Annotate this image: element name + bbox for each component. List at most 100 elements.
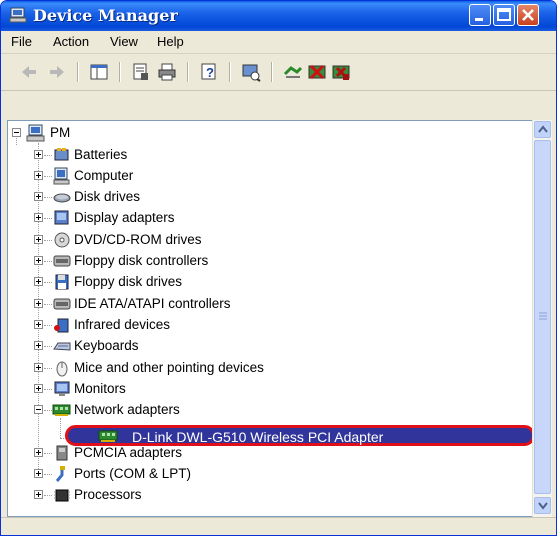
tree-item[interactable]: Monitors — [8, 379, 528, 400]
expand-toggle[interactable] — [34, 149, 43, 159]
computer-icon — [53, 167, 70, 185]
mouse-icon — [56, 361, 68, 376]
uninstall-device-icon[interactable] — [331, 62, 351, 82]
expand-toggle[interactable] — [34, 256, 43, 265]
device-tree[interactable]: PM Batteries Computer Disk drives Display a… — [7, 120, 533, 517]
maximize-button[interactable] — [493, 4, 515, 26]
tree-connector — [44, 218, 52, 220]
tree-item-label: Floppy disk drives — [74, 274, 183, 290]
tree-connector — [44, 261, 52, 262]
tree-connector — [44, 410, 52, 412]
print-icon[interactable] — [157, 62, 177, 82]
selected-device-label: D-Link DWL-G510 Wireless PCI Adapter — [132, 429, 384, 445]
expand-toggle[interactable] — [34, 170, 43, 180]
tree-connector — [44, 324, 52, 326]
tree-item[interactable]: Display adapters — [8, 208, 528, 229]
tree-connector — [60, 418, 61, 438]
tree-item[interactable]: Computer — [8, 166, 528, 187]
tree-item-label: DVD/CD-ROM drives — [74, 231, 202, 247]
expand-toggle[interactable] — [34, 192, 43, 202]
back-arrow-icon[interactable] — [19, 62, 39, 82]
scroll-up-button[interactable] — [534, 121, 551, 138]
tree-item[interactable]: Disk drives — [8, 187, 528, 208]
forward-arrow-icon[interactable] — [47, 62, 67, 82]
properties-icon[interactable] — [131, 62, 151, 82]
scroll-thumb[interactable] — [534, 140, 551, 494]
tree-root-label: PM — [50, 125, 71, 140]
tree-item-label: Batteries — [74, 146, 128, 162]
expand-toggle[interactable] — [34, 490, 43, 500]
tree-connector — [44, 388, 52, 390]
selected-device-row[interactable]: D-Link DWL-G510 Wireless PCI Adapter — [65, 425, 535, 446]
menu-help[interactable]: Help — [157, 34, 184, 49]
toolbar-separator — [271, 62, 273, 82]
tree-item-label: Infrared devices — [74, 316, 171, 332]
scan-hardware-icon[interactable] — [241, 62, 261, 82]
expand-toggle[interactable] — [34, 298, 43, 308]
keyboard-icon — [53, 342, 71, 351]
menu-bar: File Action View Help — [1, 31, 556, 54]
close-button[interactable] — [517, 4, 539, 26]
collapse-toggle[interactable] — [34, 405, 43, 415]
network-card-icon — [98, 430, 118, 442]
expand-toggle[interactable] — [34, 447, 43, 457]
expand-toggle[interactable] — [34, 277, 43, 287]
tree-item[interactable]: DVD/CD-ROM drives — [8, 230, 528, 251]
status-bar — [1, 517, 556, 535]
tree-connector — [44, 303, 52, 305]
tree-item[interactable]: Network adapters — [8, 400, 528, 421]
port-icon — [55, 466, 65, 482]
tree-item-label: Ports (COM & LPT) — [74, 466, 192, 481]
show-hide-console-tree-icon[interactable] — [89, 62, 109, 82]
update-driver-icon[interactable] — [283, 62, 303, 82]
tree-connector — [44, 175, 52, 177]
tree-root[interactable]: PM — [8, 123, 528, 144]
expand-toggle[interactable] — [34, 341, 43, 351]
collapse-toggle[interactable] — [12, 128, 21, 137]
processor-icon — [54, 489, 70, 502]
expand-toggle[interactable] — [34, 213, 43, 223]
expand-toggle[interactable] — [34, 383, 43, 393]
disable-device-icon[interactable] — [307, 62, 327, 82]
tree-connector — [44, 282, 52, 284]
expand-toggle[interactable] — [34, 234, 43, 244]
menu-action[interactable]: Action — [53, 34, 89, 49]
tree-item[interactable]: Ports (COM & LPT) — [8, 464, 528, 485]
svg-text:?: ? — [206, 65, 214, 80]
tree-item[interactable]: Floppy disk drives — [8, 272, 528, 293]
vertical-scrollbar[interactable] — [532, 120, 552, 517]
tree-connector — [44, 474, 52, 475]
tree-item[interactable]: Processors — [8, 485, 528, 506]
help-icon[interactable]: ? — [199, 62, 219, 82]
expand-toggle[interactable] — [34, 469, 43, 478]
tree-item[interactable]: Mice and other pointing devices — [8, 358, 528, 379]
controller-icon — [53, 255, 71, 267]
device-manager-window: Device Manager File Action View Help ? P… — [0, 0, 557, 536]
tree-connector — [44, 239, 52, 241]
computer-icon — [26, 124, 45, 142]
window-title: Device Manager — [33, 6, 178, 25]
tree-item[interactable]: Infrared devices — [8, 315, 528, 336]
expand-toggle[interactable] — [34, 319, 43, 329]
tree-item-label: Disk drives — [74, 189, 141, 205]
toolbar-separator — [77, 62, 79, 82]
infrared-icon — [54, 318, 69, 333]
expand-toggle[interactable] — [34, 362, 43, 372]
network-card-icon — [52, 404, 71, 417]
scroll-down-button[interactable] — [534, 497, 551, 514]
minimize-button[interactable] — [469, 4, 491, 26]
tree-item[interactable]: Keyboards — [8, 336, 528, 357]
tree-connector — [44, 197, 52, 199]
menu-view[interactable]: View — [110, 34, 138, 49]
tree-item[interactable]: IDE ATA/ATAPI controllers — [8, 294, 528, 315]
grip-icon — [539, 312, 547, 320]
tree-item-label: IDE ATA/ATAPI controllers — [74, 295, 231, 311]
toolbar-separator — [119, 62, 121, 82]
tree-connector — [44, 154, 52, 156]
tree-item[interactable]: Floppy disk controllers — [8, 251, 528, 272]
device-manager-icon — [9, 7, 27, 23]
tree-connector — [44, 452, 52, 454]
title-bar[interactable]: Device Manager — [1, 1, 556, 31]
tree-item[interactable]: Batteries — [8, 145, 528, 166]
menu-file[interactable]: File — [11, 34, 32, 49]
